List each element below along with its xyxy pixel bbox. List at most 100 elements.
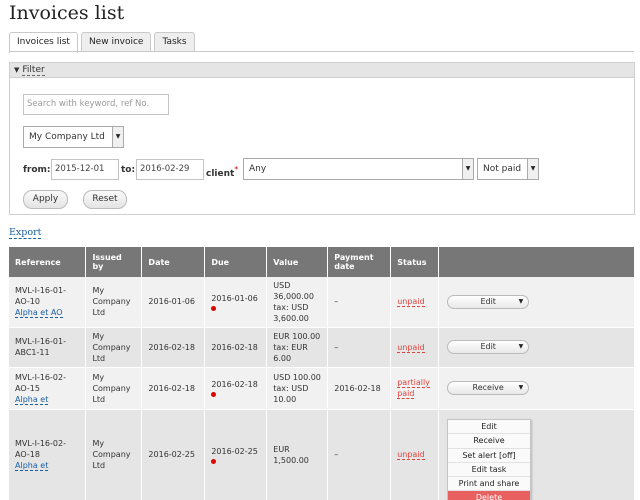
paid-status-value: Not paid	[483, 164, 522, 174]
reference-cell: MVL-I-16-02-AO-15 Alpha et	[9, 367, 87, 410]
row-action-button[interactable]: Edit ▼	[447, 340, 530, 354]
tab-new-invoice[interactable]: New invoice	[80, 32, 152, 52]
caret-down-icon: ▼	[518, 343, 524, 350]
column-header-date: Date	[141, 247, 206, 277]
date-cell: 2016-02-18	[141, 327, 206, 368]
payment-date-cell: –	[327, 327, 392, 368]
due-value: 2016-02-18	[211, 342, 258, 352]
issued-by-cell: My Company Ltd	[85, 409, 143, 500]
due-value: 2016-02-25	[211, 446, 258, 456]
menu-item-print-share[interactable]: Print and share	[448, 477, 530, 492]
issued-by-cell: My Company Ltd	[85, 277, 143, 328]
due-cell: 2016-02-18	[204, 367, 268, 410]
column-header-value: Value	[266, 247, 329, 277]
overdue-dot-icon	[211, 305, 217, 311]
row-action-button[interactable]: Receive ▼	[447, 381, 530, 395]
filter-panel: ▼ Filter Search with keyword, ref No. My …	[9, 62, 635, 215]
overdue-dot-icon	[211, 458, 217, 464]
row-action-label: Receive	[472, 383, 504, 392]
tab-divider	[9, 51, 634, 52]
column-header-actions	[438, 247, 635, 277]
caret-down-icon: ▼	[518, 297, 524, 305]
tab-tasks[interactable]: Tasks	[154, 32, 195, 52]
company-select-value: My Company Ltd	[29, 132, 105, 142]
chevron-down-icon: ▼	[112, 127, 123, 147]
client-label: client*	[206, 165, 238, 179]
status-cell: unpaid	[390, 327, 440, 368]
status-cell: unpaid	[390, 277, 440, 328]
table-header-row: Reference Issued by Date Due Value Payme…	[9, 247, 635, 277]
menu-item-set-alert[interactable]: Set alert [off]	[448, 448, 530, 463]
column-header-due: Due	[204, 247, 268, 277]
from-label: from:	[23, 165, 51, 175]
value-cell: USD 36,000.00 tax: USD 3,600.00	[266, 277, 329, 328]
client-select[interactable]: Any ▼	[243, 158, 474, 180]
action-cell: Receive ▼	[438, 367, 635, 410]
to-label: to:	[121, 165, 136, 175]
value-cell: EUR 100.00 tax: EUR 6.00	[266, 327, 329, 368]
collapse-triangle-icon: ▼	[14, 66, 20, 74]
overdue-dot-icon	[211, 392, 217, 397]
menu-item-edit[interactable]: Edit	[448, 420, 530, 435]
status-badge[interactable]: unpaid	[397, 342, 425, 353]
payment-date-cell: 2016-02-18	[327, 367, 392, 410]
to-date-input[interactable]: 2016-02-29	[136, 159, 204, 180]
table-row: MVL-I-16-01-ABC1-11 My Company Ltd 2016-…	[9, 327, 635, 368]
client-link[interactable]: Alpha et	[15, 394, 49, 405]
invoices-table: Reference Issued by Date Due Value Payme…	[9, 247, 635, 500]
reference-cell: MVL-I-16-02-AO-18 Alpha et	[9, 409, 87, 500]
reset-button[interactable]: Reset	[83, 190, 127, 209]
status-badge[interactable]: unpaid	[397, 297, 425, 308]
company-select[interactable]: My Company Ltd ▼	[23, 126, 124, 148]
client-select-value: Any	[249, 164, 267, 174]
reference-value: MVL-I-16-01-AO-10	[15, 286, 66, 307]
search-input[interactable]: Search with keyword, ref No.	[23, 94, 169, 115]
column-header-issued-by: Issued by	[85, 247, 143, 277]
menu-item-edit-task[interactable]: Edit task	[448, 462, 530, 478]
row-action-button[interactable]: Edit ▼	[447, 294, 530, 309]
row-action-label: Edit	[480, 296, 496, 306]
table-row: MVL-I-16-02-AO-18 Alpha et My Company Ltd…	[9, 409, 635, 500]
menu-item-delete[interactable]: Delete	[448, 491, 530, 500]
required-mark: *	[234, 165, 239, 174]
row-action-label: Edit	[480, 342, 496, 351]
client-label-text: client	[206, 169, 235, 179]
reference-value: MVL-I-16-02-AO-15	[15, 372, 66, 393]
tab-bar: Invoices list New invoice Tasks	[9, 32, 198, 53]
menu-item-receive[interactable]: Receive	[448, 434, 530, 449]
due-value: 2016-01-06	[211, 293, 258, 303]
due-cell: 2016-01-06	[204, 277, 268, 328]
reference-cell: MVL-I-16-01-AO-10 Alpha et AO	[9, 277, 87, 328]
reference-value: MVL-I-16-01-ABC1-11	[15, 337, 66, 357]
client-link[interactable]: Alpha et	[15, 461, 49, 471]
status-badge[interactable]: partially paid	[397, 378, 430, 399]
client-link[interactable]: Alpha et AO	[15, 308, 63, 319]
export-link[interactable]: Export	[9, 227, 42, 239]
due-cell: 2016-02-18	[204, 327, 268, 368]
paid-status-select[interactable]: Not paid ▼	[477, 158, 539, 180]
payment-date-cell: –	[327, 277, 392, 328]
from-date-input[interactable]: 2015-12-01	[51, 159, 119, 180]
tab-invoices-list[interactable]: Invoices list	[9, 32, 78, 53]
filter-header[interactable]: ▼ Filter	[10, 63, 634, 78]
table-row: MVL-I-16-02-AO-15 Alpha et My Company Ltd…	[9, 367, 635, 410]
due-value: 2016-02-18	[211, 380, 258, 389]
column-header-status: Status	[390, 247, 440, 277]
row-action-menu: Edit Receive Set alert [off] Edit task P…	[447, 419, 531, 500]
value-cell: USD 100.00 tax: USD 10.00	[266, 367, 329, 410]
issued-by-cell: My Company Ltd	[85, 367, 143, 410]
reference-cell: MVL-I-16-01-ABC1-11	[9, 327, 87, 368]
status-badge[interactable]: unpaid	[397, 450, 425, 460]
reference-value: MVL-I-16-02-AO-18	[15, 439, 66, 459]
chevron-down-icon: ▼	[462, 159, 473, 179]
column-header-payment-date: Payment date	[327, 247, 392, 277]
caret-down-icon: ▼	[518, 384, 524, 391]
filter-title: Filter	[22, 65, 45, 76]
table-row: MVL-I-16-01-AO-10 Alpha et AO My Company …	[9, 277, 635, 328]
action-cell: Edit ▼	[438, 327, 635, 368]
issued-by-cell: My Company Ltd	[85, 327, 143, 368]
column-header-reference: Reference	[9, 247, 87, 277]
apply-button[interactable]: Apply	[23, 190, 68, 209]
action-cell: Edit ▼	[438, 277, 635, 328]
payment-date-cell: –	[327, 409, 392, 500]
